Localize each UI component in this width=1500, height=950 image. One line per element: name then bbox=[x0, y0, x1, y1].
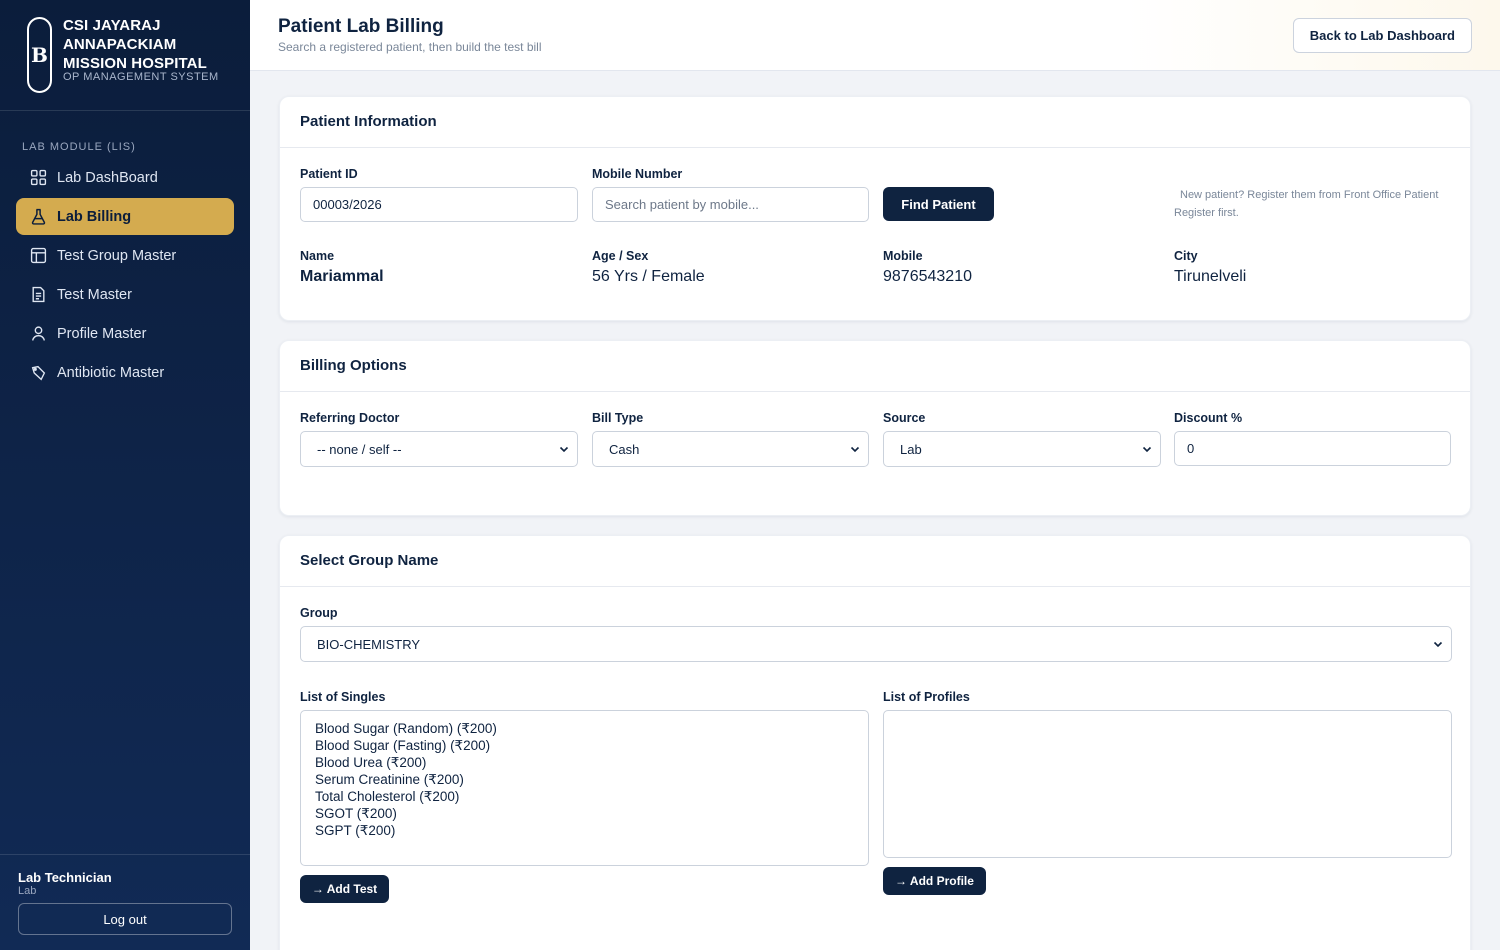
page-title: Patient Lab Billing bbox=[278, 16, 444, 37]
list-item[interactable]: Blood Urea (₹200) bbox=[315, 754, 854, 771]
referring-doctor-label: Referring Doctor bbox=[300, 411, 400, 425]
sidebar-item-label: Antibiotic Master bbox=[57, 364, 165, 381]
sidebar-item-test-group-master[interactable]: Test Group Master bbox=[16, 237, 234, 274]
bill-type-value: Cash bbox=[609, 441, 640, 457]
logo-letter: B bbox=[31, 43, 48, 67]
select-group-card: Select Group Name Group BIO-CHEMISTRY Li… bbox=[279, 535, 1471, 950]
list-item[interactable]: SGOT (₹200) bbox=[315, 805, 854, 822]
discount-input[interactable] bbox=[1174, 431, 1451, 466]
discount-label: Discount % bbox=[1174, 411, 1243, 425]
list-item[interactable]: Serum Creatinine (₹200) bbox=[315, 771, 854, 788]
mobile-number-label: Mobile Number bbox=[592, 167, 683, 181]
back-to-dashboard-button[interactable]: Back to Lab Dashboard bbox=[1292, 18, 1472, 53]
age-sex-label: Age / Sex bbox=[592, 249, 649, 263]
chevron-down-icon bbox=[1142, 446, 1152, 453]
table-icon bbox=[30, 247, 47, 264]
group-select[interactable]: BIO-CHEMISTRY bbox=[300, 626, 1452, 662]
billing-options-card: Billing Options Referring Doctor -- none… bbox=[279, 340, 1471, 516]
mobile-value: 9876543210 bbox=[883, 268, 972, 285]
sidebar-item-label: Test Group Master bbox=[57, 247, 177, 264]
patient-information-card: Patient Information Patient ID Mobile Nu… bbox=[279, 96, 1471, 321]
singles-label: List of Singles bbox=[300, 690, 386, 704]
group-label: Group bbox=[300, 606, 338, 620]
sidebar-item-label: Profile Master bbox=[57, 325, 147, 342]
brand: B CSI JAYARAJ ANNAPACKIAM MISSION HOSPIT… bbox=[0, 0, 250, 111]
group-value: BIO-CHEMISTRY bbox=[317, 636, 421, 652]
referring-doctor-select[interactable]: -- none / self -- bbox=[300, 431, 578, 467]
bill-type-label: Bill Type bbox=[592, 411, 644, 425]
sidebar: B CSI JAYARAJ ANNAPACKIAM MISSION HOSPIT… bbox=[0, 0, 250, 950]
chevron-down-icon bbox=[850, 446, 860, 453]
card-title: Billing Options bbox=[280, 341, 1470, 392]
user-panel: Lab Technician Lab Log out bbox=[0, 854, 250, 935]
list-item[interactable]: Blood Sugar (Random) (₹200) bbox=[315, 720, 854, 737]
page-subtitle: Search a registered patient, then build … bbox=[278, 40, 542, 54]
profiles-listbox[interactable] bbox=[883, 710, 1452, 858]
card-title: Patient Information bbox=[280, 97, 1470, 148]
sidebar-item-lab-dashboard[interactable]: Lab DashBoard bbox=[16, 159, 234, 196]
flask-icon bbox=[31, 208, 46, 225]
source-select[interactable]: Lab bbox=[883, 431, 1161, 467]
profiles-label: List of Profiles bbox=[883, 690, 970, 704]
singles-listbox[interactable]: Blood Sugar (Random) (₹200) Blood Sugar … bbox=[300, 710, 869, 866]
mobile-search-input[interactable] bbox=[592, 187, 869, 222]
find-patient-button[interactable]: Find Patient bbox=[883, 187, 994, 221]
page-header: Patient Lab Billing Search a registered … bbox=[250, 0, 1500, 71]
sidebar-item-label: Test Master bbox=[57, 286, 132, 303]
sidebar-nav: Lab DashBoard Lab Billing Test Group Mas… bbox=[16, 159, 234, 393]
patient-id-input[interactable] bbox=[300, 187, 578, 222]
list-item[interactable]: SGPT (₹200) bbox=[315, 822, 854, 839]
sidebar-item-profile-master[interactable]: Profile Master bbox=[16, 315, 234, 352]
user-role: Lab bbox=[18, 885, 37, 897]
add-test-button[interactable]: → Add Test bbox=[300, 875, 389, 903]
user-name: Lab Technician bbox=[18, 870, 112, 885]
name-label: Name bbox=[300, 249, 335, 263]
pill-icon bbox=[31, 365, 46, 381]
grid-icon bbox=[30, 169, 47, 186]
list-item[interactable]: Total Cholesterol (₹200) bbox=[315, 788, 854, 805]
sidebar-item-label: Lab DashBoard bbox=[57, 169, 158, 186]
add-profile-button[interactable]: → Add Profile bbox=[883, 867, 986, 895]
card-title: Select Group Name bbox=[280, 536, 1470, 587]
brand-subtitle: OP MANAGEMENT SYSTEM bbox=[63, 71, 219, 83]
brand-name: CSI JAYARAJ ANNAPACKIAM MISSION HOSPITAL bbox=[63, 17, 207, 72]
sidebar-item-antibiotic-master[interactable]: Antibiotic Master bbox=[16, 354, 234, 391]
sidebar-item-label: Lab Billing bbox=[57, 208, 132, 225]
mobile-label: Mobile bbox=[883, 249, 923, 263]
user-icon bbox=[31, 326, 46, 341]
hospital-logo: B bbox=[27, 17, 52, 93]
patient-id-label: Patient ID bbox=[300, 167, 358, 181]
chevron-down-icon bbox=[1433, 641, 1443, 648]
age-sex-value: 56 Yrs / Female bbox=[592, 268, 705, 285]
source-label: Source bbox=[883, 411, 926, 425]
bill-type-select[interactable]: Cash bbox=[592, 431, 869, 467]
city-value: Tirunelveli bbox=[1174, 268, 1247, 285]
sidebar-item-test-master[interactable]: Test Master bbox=[16, 276, 234, 313]
city-label: City bbox=[1174, 249, 1198, 263]
document-icon bbox=[32, 286, 45, 303]
logout-button[interactable]: Log out bbox=[18, 903, 232, 935]
patient-name-value: Mariammal bbox=[300, 268, 384, 285]
new-patient-hint: New patient? Register them from Front Of… bbox=[1174, 189, 1439, 219]
sidebar-section-label: LAB MODULE (LIS) bbox=[22, 141, 136, 153]
source-value: Lab bbox=[900, 441, 922, 457]
chevron-down-icon bbox=[559, 446, 569, 453]
list-item[interactable]: Blood Sugar (Fasting) (₹200) bbox=[315, 737, 854, 754]
sidebar-item-lab-billing[interactable]: Lab Billing bbox=[16, 198, 234, 235]
referring-doctor-value: -- none / self -- bbox=[317, 441, 402, 457]
